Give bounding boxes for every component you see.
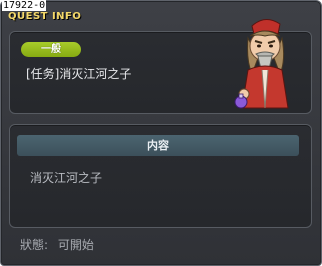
quest-status: 狀態: 可開始: [20, 237, 94, 253]
npc-portrait: [234, 19, 289, 109]
window-title: QUEST INFO: [8, 11, 82, 22]
category-tag: 一般: [21, 42, 81, 57]
status-value: 可開始: [57, 238, 94, 252]
quest-id: 17922-0: [2, 0, 47, 11]
content-text: 消灭江河之子: [30, 171, 103, 185]
quest-name: [任务]消灭江河之子: [26, 67, 132, 81]
status-label: 狀態:: [20, 238, 49, 252]
content-header: 内容: [17, 135, 299, 156]
